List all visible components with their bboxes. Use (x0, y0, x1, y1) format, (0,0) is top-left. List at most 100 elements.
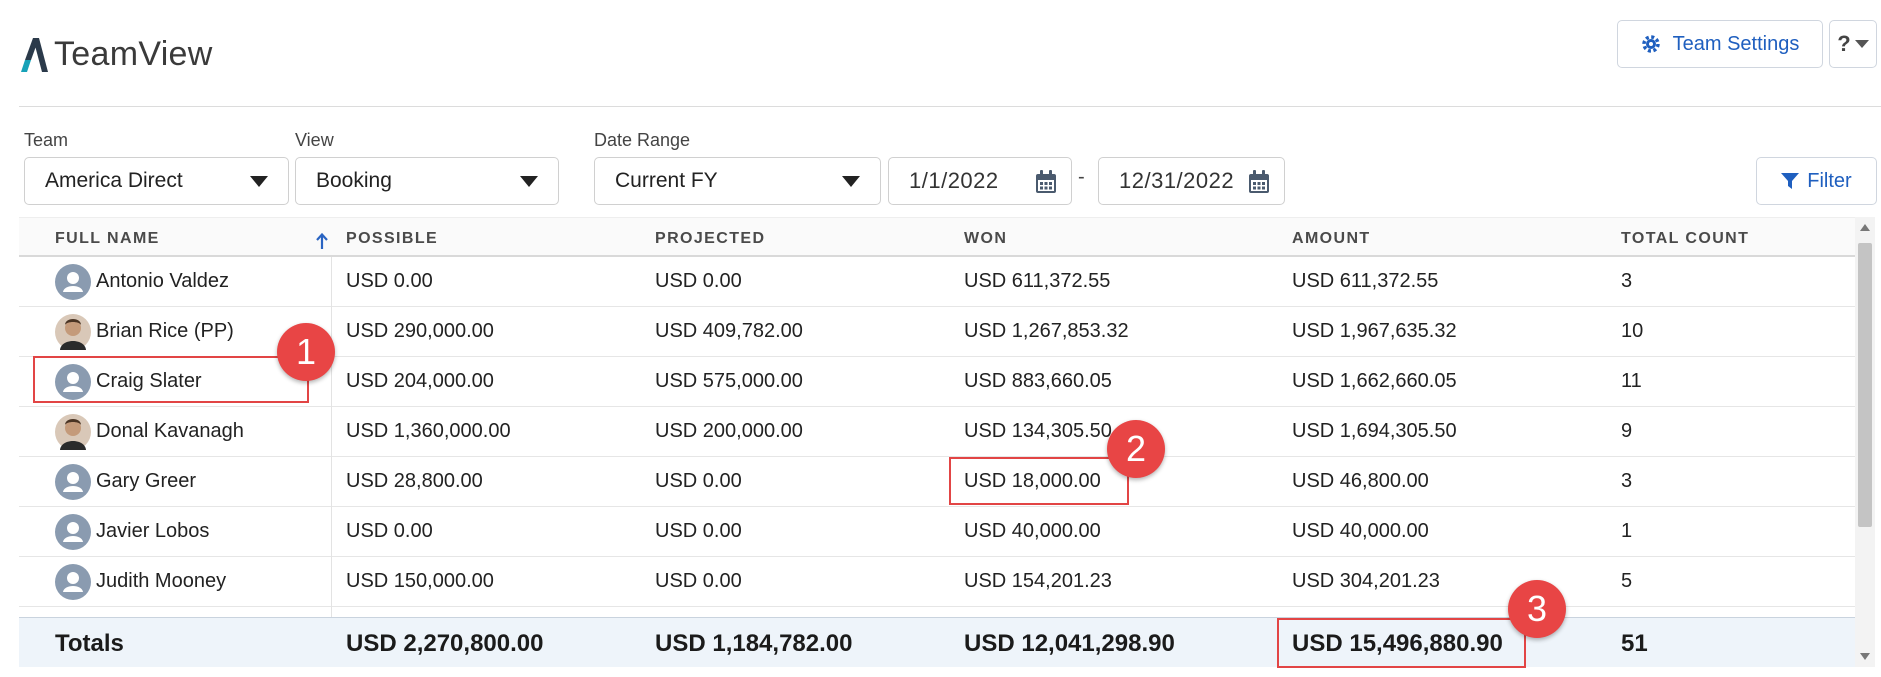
default-avatar-icon (55, 564, 91, 600)
chevron-down-icon (520, 176, 538, 187)
chevron-down-icon (1854, 40, 1869, 48)
team-table: FULL NAME POSSIBLE PROJECTED WON AMOUNT … (19, 217, 1855, 667)
row-won-value: USD 611,372.55 (964, 270, 1111, 292)
row-amount-value: USD 611,372.55 (1292, 270, 1439, 292)
table-header: FULL NAME POSSIBLE PROJECTED WON AMOUNT … (19, 217, 1855, 257)
chevron-down-icon (250, 176, 268, 187)
row-full-name[interactable]: Antonio Valdez (96, 270, 229, 293)
column-header-amount[interactable]: AMOUNT (1292, 230, 1371, 248)
row-projected-value: USD 0.00 (655, 270, 742, 292)
totals-row: Totals USD 2,270,800.00 USD 1,184,782.00… (19, 617, 1855, 667)
row-total-count: 1 (1621, 520, 1633, 542)
default-avatar-icon (55, 464, 91, 500)
column-header-possible[interactable]: POSSIBLE (346, 230, 438, 248)
column-header-full-name[interactable]: FULL NAME (55, 230, 160, 248)
row-won-value: USD 154,201.23 (964, 570, 1112, 592)
row-amount-value: USD 1,694,305.50 (1292, 420, 1457, 442)
table-scrollbar[interactable] (1855, 217, 1875, 667)
row-amount-value: USD 304,201.23 (1292, 570, 1440, 592)
date-range-label: Date Range (594, 130, 691, 150)
row-full-name[interactable]: Gary Greer (96, 470, 196, 493)
row-total-count: 3 (1621, 470, 1633, 492)
date-separator: - (1078, 166, 1085, 188)
user-photo-avatar (55, 414, 91, 450)
row-amount-value: USD 46,800.00 (1292, 470, 1429, 492)
help-menu-button[interactable]: ? (1829, 20, 1877, 68)
start-date-input[interactable]: 1/1/2022 (888, 157, 1072, 205)
row-full-name[interactable]: Brian Rice (PP) (96, 320, 234, 343)
row-won-value: USD 134,305.50 (964, 420, 1112, 442)
row-amount-value: USD 1,662,660.05 (1292, 370, 1457, 392)
team-select-value: America Direct (45, 169, 183, 192)
row-total-count: 3 (1621, 270, 1633, 292)
totals-label: Totals (55, 630, 124, 657)
chevron-down-icon (842, 176, 860, 187)
column-header-won[interactable]: WON (964, 230, 1007, 248)
row-full-name[interactable]: Javier Lobos (96, 520, 209, 543)
date-range-select[interactable]: Current FY (594, 157, 881, 205)
row-possible-value: USD 1,360,000.00 (346, 420, 511, 442)
totals-projected: USD 1,184,782.00 (655, 630, 853, 657)
date-range-value: Current FY (615, 169, 718, 192)
row-total-count: 10 (1621, 320, 1644, 342)
team-settings-label: Team Settings (1672, 32, 1800, 55)
scrollbar-thumb[interactable] (1858, 243, 1872, 527)
view-filter-label: View (295, 130, 334, 150)
row-amount-value: USD 40,000.00 (1292, 520, 1429, 542)
user-photo-avatar (55, 314, 91, 350)
gear-icon (1641, 35, 1660, 53)
totals-won: USD 12,041,298.90 (964, 630, 1175, 657)
team-select[interactable]: America Direct (24, 157, 289, 205)
scroll-up-arrow-icon[interactable] (1860, 223, 1870, 231)
column-header-projected[interactable]: PROJECTED (655, 230, 765, 248)
row-amount-value: USD 1,967,635.32 (1292, 320, 1457, 342)
row-full-name[interactable]: Donal Kavanagh (96, 420, 244, 443)
column-header-total-count[interactable]: TOTAL COUNT (1621, 230, 1749, 248)
filter-button[interactable]: Filter (1756, 157, 1877, 205)
team-filter-label: Team (24, 130, 69, 150)
calendar-icon[interactable] (1248, 170, 1270, 194)
table-row[interactable]: Antonio Valdez USD 0.00 USD 0.00 USD 611,37… (19, 257, 1855, 307)
column-divider (331, 257, 332, 667)
totals-possible: USD 2,270,800.00 (346, 630, 544, 657)
row-projected-value: USD 409,782.00 (655, 320, 803, 342)
totals-count: 51 (1621, 630, 1648, 657)
default-avatar-icon (55, 264, 91, 300)
row-total-count: 9 (1621, 420, 1633, 442)
sort-ascending-icon[interactable] (315, 232, 329, 250)
row-projected-value: USD 0.00 (655, 570, 742, 592)
annotation-badge-1: 1 (277, 323, 335, 381)
row-full-name[interactable]: Judith Mooney (96, 570, 226, 593)
row-won-value: USD 883,660.05 (964, 370, 1112, 392)
team-settings-button[interactable]: Team Settings (1617, 20, 1823, 68)
row-total-count: 5 (1621, 570, 1633, 592)
row-projected-value: USD 0.00 (655, 470, 742, 492)
filter-label: Filter (1807, 169, 1852, 192)
table-row[interactable]: Judith Mooney USD 150,000.00 USD 0.00 USD 1… (19, 557, 1855, 607)
default-avatar-icon (55, 514, 91, 550)
table-row[interactable]: Donal Kavanagh USD 1,360,000.00 USD 200,00… (19, 407, 1855, 457)
end-date-input[interactable]: 12/31/2022 (1098, 157, 1285, 205)
row-total-count: 11 (1621, 370, 1642, 392)
highlight-box-craig-slater (33, 356, 309, 403)
scroll-down-arrow-icon[interactable] (1860, 653, 1870, 661)
end-date-value: 12/31/2022 (1119, 168, 1235, 193)
app-title: TeamView (54, 35, 213, 73)
view-select[interactable]: Booking (295, 157, 559, 205)
row-won-value: USD 1,267,853.32 (964, 320, 1129, 342)
row-possible-value: USD 290,000.00 (346, 320, 494, 342)
row-possible-value: USD 28,800.00 (346, 470, 483, 492)
row-possible-value: USD 204,000.00 (346, 370, 494, 392)
calendar-icon[interactable] (1035, 170, 1057, 194)
table-row[interactable]: Gary Greer USD 28,800.00 USD 0.00 USD 18,00… (19, 457, 1855, 507)
annotation-badge-2: 2 (1107, 420, 1165, 478)
row-projected-value: USD 200,000.00 (655, 420, 803, 442)
highlight-box-won-value (949, 457, 1129, 505)
annotation-badge-3: 3 (1508, 580, 1566, 638)
row-possible-value: USD 0.00 (346, 520, 433, 542)
highlight-box-total-amount (1277, 618, 1526, 668)
start-date-value: 1/1/2022 (909, 168, 999, 193)
row-won-value: USD 40,000.00 (964, 520, 1101, 542)
funnel-icon (1781, 173, 1800, 189)
table-row[interactable]: Javier Lobos USD 0.00 USD 0.00 USD 40,000.0… (19, 507, 1855, 557)
